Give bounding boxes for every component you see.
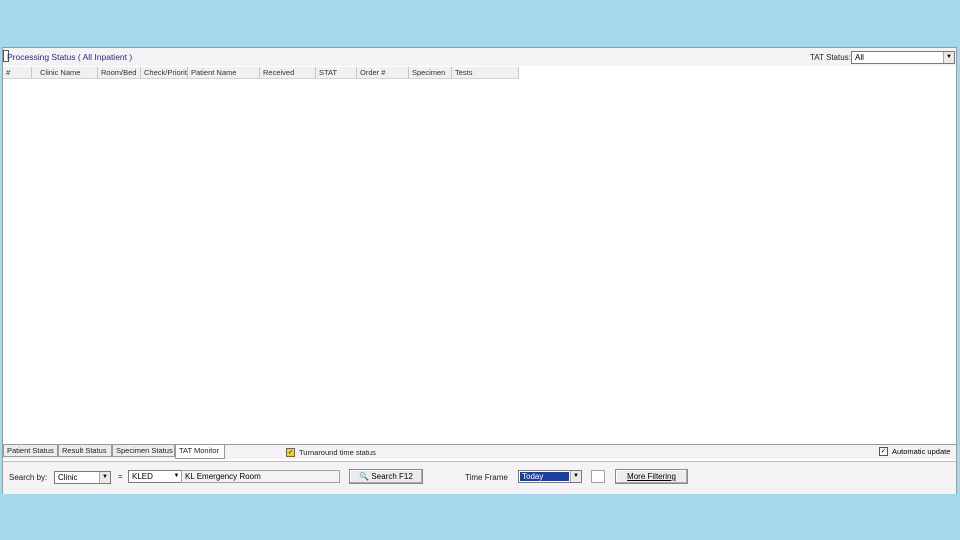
title-bar: Processing Status ( All Inpatient ) TAT … [3,48,956,66]
chevron-down-icon[interactable]: ▼ [570,471,581,482]
automatic-update-checkbox[interactable]: ✓ [879,447,888,456]
search-by-value: Clinic [58,473,78,482]
grid-body[interactable] [3,79,956,443]
clinic-code-value: KLED [132,472,153,481]
tab-tat-monitor[interactable]: TAT Monitor [175,445,225,459]
column-header-tests[interactable]: Tests [452,67,519,78]
tab-result-status[interactable]: Result Status [58,445,112,457]
time-frame-select[interactable]: Today ▼ [518,470,582,483]
more-filtering-button[interactable]: More Filtering [615,469,688,484]
grid-header: # Clinic Name Room/Bed Check/Priority Pa… [3,67,519,79]
column-header-check-priority[interactable]: Check/Priority [141,67,188,78]
chevron-down-icon[interactable]: ▼ [99,472,110,483]
turnaround-status-icon: ✓ [286,448,295,457]
search-by-label: Search by: [9,473,48,482]
column-header-number[interactable]: # [3,67,32,78]
time-frame-label: Time Frame [465,473,508,482]
tab-specimen-status[interactable]: Specimen Status [112,445,175,457]
column-header-room-bed[interactable]: Room/Bed [98,67,141,78]
tat-status-label: TAT Status: [810,53,851,62]
column-header-stat[interactable]: STAT [316,67,357,78]
automatic-update-label: Automatic update [892,447,951,456]
tat-status-value: All [855,53,864,62]
search-button[interactable]: 🔍 Search F12 [349,469,423,484]
turnaround-status-legend: Turnaround time status [299,448,376,457]
column-header-specimen[interactable]: Specimen [409,67,452,78]
search-button-label: Search F12 [371,472,413,481]
column-header-order-number[interactable]: Order # [357,67,409,78]
clinic-description-field: KL Emergency Room [181,470,340,483]
equals-symbol: = [118,472,123,481]
chevron-down-icon[interactable]: ▼ [172,471,181,482]
tat-status-select[interactable]: All ▼ [851,51,955,64]
column-header-clinic-name[interactable]: Clinic Name [32,67,98,78]
window-title: Processing Status ( All Inpatient ) [7,52,133,62]
time-frame-extra-field[interactable] [591,470,605,483]
search-by-select[interactable]: Clinic ▼ [54,471,111,484]
clinic-description-value: KL Emergency Room [185,472,261,481]
column-header-patient-name[interactable]: Patient Name [188,67,260,78]
clinic-code-input[interactable]: KLED ▼ [128,470,182,483]
search-bar: Search by: Clinic ▼ = KLED ▼ KL Emergenc… [3,461,956,494]
processing-status-window: Processing Status ( All Inpatient ) TAT … [2,47,957,494]
tab-patient-status[interactable]: Patient Status [3,445,58,457]
search-icon: 🔍 [359,472,370,481]
time-frame-value: Today [520,472,569,481]
chevron-down-icon[interactable]: ▼ [943,52,954,63]
tab-bar: Patient Status Result Status Specimen St… [3,444,956,459]
column-header-received[interactable]: Received [260,67,316,78]
